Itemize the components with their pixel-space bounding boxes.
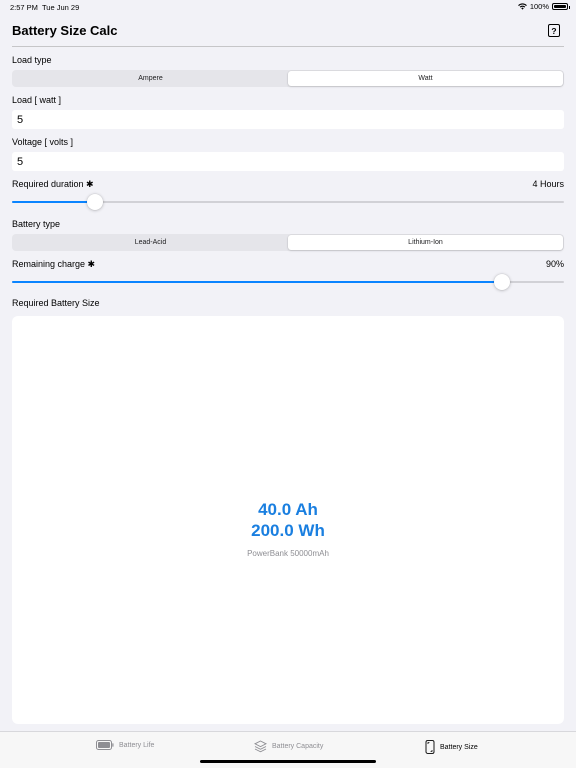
- segment-ampere[interactable]: Ampere: [13, 71, 288, 86]
- load-label: Load [ watt ]: [12, 95, 62, 105]
- result-watt-hours: 200.0 Wh: [251, 521, 325, 540]
- tab-battery-capacity[interactable]: Battery Capacity: [254, 740, 323, 753]
- phone-resize-icon: [425, 740, 435, 754]
- result-suggestion: PowerBank 50000mAh: [247, 549, 329, 558]
- load-type-label: Load type: [12, 55, 52, 65]
- home-indicator: [200, 760, 376, 763]
- battery-status-icon: [552, 3, 570, 10]
- remaining-charge-slider[interactable]: [12, 274, 564, 290]
- battery-icon: [96, 740, 114, 750]
- duration-value: 4 Hours: [532, 179, 564, 189]
- status-date: Tue Jun 29: [42, 3, 80, 12]
- nav-divider: [12, 46, 564, 47]
- status-indicators: 100%: [517, 2, 570, 11]
- slider-fill: [12, 281, 503, 283]
- duration-label: Required duration ✱: [12, 179, 94, 189]
- tab-label: Battery Capacity: [272, 743, 324, 750]
- page-title: Battery Size Calc: [12, 23, 118, 38]
- load-input[interactable]: [12, 110, 564, 129]
- tab-battery-life[interactable]: Battery Life: [96, 740, 154, 750]
- segment-lead-acid[interactable]: Lead-Acid: [13, 235, 288, 250]
- load-type-segmented-control: Ampere Watt: [12, 70, 564, 87]
- voltage-label: Voltage [ volts ]: [12, 137, 74, 147]
- result-amp-hours: 40.0 Ah: [258, 500, 318, 519]
- tab-label: Battery Life: [119, 741, 155, 749]
- duration-slider[interactable]: [12, 194, 564, 210]
- battery-type-label: Battery type: [12, 219, 61, 229]
- battery-type-segmented-control: Lead-Acid Lithium-Ion: [12, 234, 564, 251]
- status-bar: 2:57 PM Tue Jun 29 100%: [0, 0, 576, 14]
- layers-icon: [254, 740, 267, 753]
- remaining-charge-label: Remaining charge ✱: [12, 259, 96, 269]
- remaining-charge-value: 90%: [545, 259, 564, 269]
- voltage-input[interactable]: [12, 152, 564, 171]
- help-button[interactable]: ?: [548, 24, 560, 37]
- wifi-icon: [517, 3, 527, 10]
- slider-fill: [12, 201, 95, 203]
- slider-thumb[interactable]: [86, 194, 103, 210]
- result-label: Required Battery Size: [12, 298, 100, 308]
- segment-lithium-ion[interactable]: Lithium-Ion: [288, 235, 563, 250]
- status-time: 2:57 PM: [10, 3, 38, 12]
- slider-thumb[interactable]: [494, 274, 511, 290]
- tab-label: Battery Size: [440, 743, 478, 751]
- segment-watt[interactable]: Watt: [288, 71, 563, 86]
- tab-battery-size[interactable]: Battery Size: [425, 740, 478, 754]
- battery-percent: 100%: [529, 2, 549, 11]
- result-card: 40.0 Ah 200.0 Wh PowerBank 50000mAh: [12, 316, 564, 724]
